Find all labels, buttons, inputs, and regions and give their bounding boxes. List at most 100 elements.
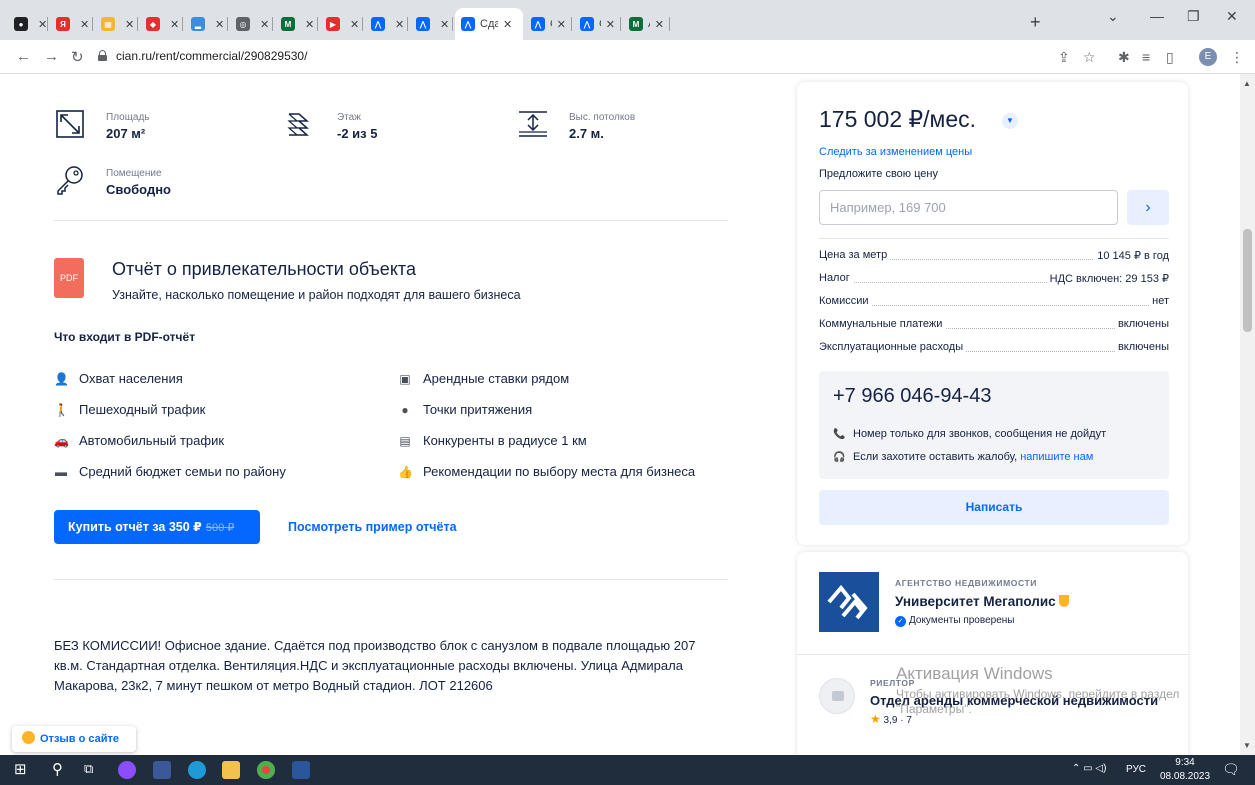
task-view-icon[interactable]: ⧉ [84,761,93,777]
scroll-up-icon[interactable]: ▲ [1243,79,1251,88]
report-include-text: Конкуренты в радиусе 1 км [423,433,587,448]
submit-offer-button[interactable]: › [1127,190,1169,225]
back-icon[interactable]: ← [16,48,31,65]
menu-icon[interactable]: ⋮ [1230,49,1244,66]
scroll-down-icon[interactable]: ▼ [1243,741,1251,750]
chrome-icon[interactable] [257,761,275,779]
tray-icons[interactable]: ⌃ ▭ ◁) [1072,763,1106,774]
browser-tab[interactable]: ▂Ко✕ [185,8,228,40]
complaint-link[interactable]: напишите нам [1020,451,1093,463]
phone-note-text: Номер только для звонков, сообщения не д… [853,428,1107,440]
close-tab-icon[interactable]: ✕ [260,18,269,31]
calendar-icon: ▣ [399,372,411,386]
close-tab-icon[interactable]: ✕ [170,18,179,31]
browser-tab[interactable]: M Аре ✕ [623,8,670,40]
browser-tab[interactable]: ▶◀)✕ [320,8,363,40]
chevron-down-icon[interactable]: ▼ [1002,113,1018,129]
windows-start-icon[interactable]: ⊞ [14,760,27,778]
browser-tab[interactable]: ●Дзе✕ [8,8,48,40]
tab-separator [272,17,273,31]
close-tab-icon[interactable]: ✕ [440,18,449,31]
browser-tab[interactable]: ◎Рез✕ [230,8,273,40]
new-tab-button[interactable]: + [1030,12,1041,33]
close-tab-icon[interactable]: ✕ [125,18,134,31]
close-tab-icon[interactable]: ✕ [503,18,512,31]
url-field[interactable]: cian.ru/rent/commercial/290829530/ [92,45,1052,69]
close-tab-icon[interactable]: ✕ [350,18,359,31]
browser-tab[interactable]: ⋀ Сда ✕ [455,8,523,40]
agency-card: АГЕНТСТВО НЕДВИЖИМОСТИ Университет Мегап… [797,552,1188,755]
price-detail-key: Цена за метр [819,249,891,261]
store-icon[interactable] [153,761,171,779]
scroll-thumb[interactable] [1243,229,1252,332]
report-include-item: ● Точки притяжения [398,402,532,417]
close-tab-icon[interactable]: ✕ [38,18,47,31]
browser-tab[interactable]: MСня✕ [275,8,318,40]
divider [797,654,1188,655]
phone-number[interactable]: +7 966 046-94-43 [833,385,991,408]
reload-icon[interactable]: ↻ [71,48,84,66]
notification-icon[interactable]: 🗨 [1222,761,1240,778]
close-window-icon[interactable]: ✕ [1226,8,1238,25]
agency-logo[interactable] [819,572,879,632]
tab-separator [182,17,183,31]
word-icon[interactable] [292,761,310,779]
close-tab-icon[interactable]: ✕ [80,18,89,31]
sample-report-link[interactable]: Посмотреть пример отчёта [288,520,457,534]
windows-activation-title: Активация Windows [896,664,1053,683]
close-tab-icon[interactable]: ✕ [305,18,314,31]
file-explorer-icon[interactable] [222,761,240,779]
close-tab-icon[interactable]: ✕ [655,18,664,31]
clock-time[interactable]: 9:34 [1165,757,1205,768]
feedback-label: Отзыв о сайте [40,733,120,745]
follow-price-link[interactable]: Следить за изменением цены [819,146,972,158]
tab-search-icon[interactable]: ⌄ [1107,8,1119,25]
tab-label: Сня [599,18,601,30]
headset-icon: 🎧 [833,452,846,463]
profile-avatar[interactable]: E [1199,48,1217,66]
divider [54,220,728,221]
bookmark-star-icon[interactable]: ☆ [1083,49,1096,66]
side-panel-icon[interactable]: ▯ [1166,49,1174,66]
wallet-icon: ▬ [55,465,67,479]
restore-icon[interactable]: ❐ [1187,8,1200,25]
clock-date[interactable]: 08.08.2023 [1160,771,1210,782]
browser-tab[interactable]: ▦Ули✕ [95,8,138,40]
close-tab-icon[interactable]: ✕ [606,18,615,31]
write-message-button[interactable]: Написать [819,490,1169,525]
close-tab-icon[interactable]: ✕ [215,18,224,31]
close-tab-icon[interactable]: ✕ [557,18,566,31]
browser-tab[interactable]: Ямо✕ [50,8,93,40]
alice-icon[interactable] [118,761,136,779]
offer-price-input[interactable] [819,190,1118,225]
price-detail-key: Эксплуатационные расходы [819,341,967,353]
browser-tab[interactable]: ⋀Аре✕ [410,8,453,40]
agency-name[interactable]: Университет Мегаполис [895,594,1069,609]
feature-label: Этаж [337,112,361,123]
language-indicator[interactable]: РУС [1126,764,1146,775]
browser-tab[interactable]: ⋀ Сня ✕ [574,8,621,40]
minimize-icon[interactable]: — [1150,8,1164,24]
price-detail-row: Эксплуатационные расходы включены [819,341,1169,357]
buy-report-label: Купить отчёт за 350 ₽ [68,520,202,534]
browser-tab[interactable]: ⋀По✕ [365,8,408,40]
edge-icon[interactable] [188,761,206,779]
site-feedback-button[interactable]: Отзыв о сайте [12,726,136,752]
close-tab-icon[interactable]: ✕ [395,18,404,31]
tab-separator [137,17,138,31]
buy-report-button[interactable]: Купить отчёт за 350 ₽500 ₽ [54,510,260,544]
feature-value: 207 м² [106,126,146,141]
share-icon[interactable]: ⇪ [1058,49,1070,66]
forward-icon[interactable]: → [44,48,59,65]
browser-tab[interactable]: ⋀ Сда ✕ [525,8,572,40]
reading-list-icon[interactable]: ≡ [1142,49,1150,65]
scrollbar[interactable]: ▲ ▼ [1240,74,1255,755]
check-badge-icon: ✓ [895,616,906,627]
tab-favicon-icon: ▦ [101,17,115,31]
phone-note: 📞 Номер только для звонков, сообщения не … [833,428,1106,440]
search-icon[interactable]: ⚲ [52,760,63,778]
feature-label: Выс. потолков [569,112,636,123]
browser-tab[interactable]: ◆Янд✕ [140,8,183,40]
extensions-icon[interactable]: ✱ [1118,49,1130,66]
windows-activation-text: Чтобы активировать Windows, перейдите в … [896,687,1179,717]
